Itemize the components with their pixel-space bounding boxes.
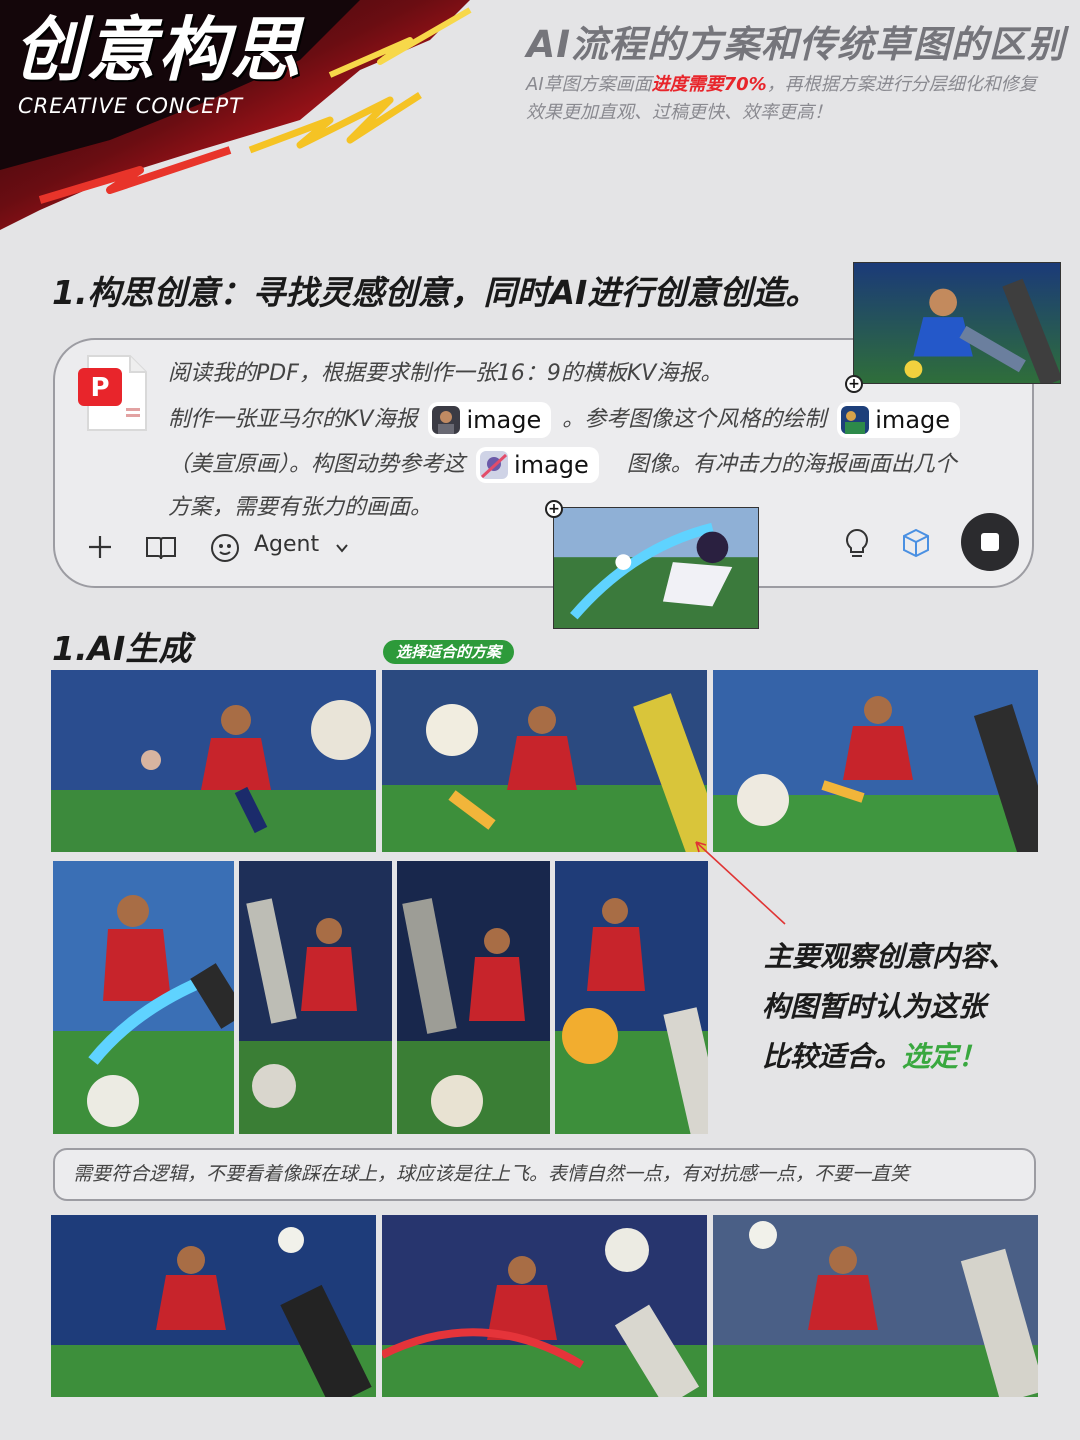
add-reference-icon[interactable]: + <box>545 500 563 518</box>
description-suffix: ，再根据方案进行分层细化和修复 <box>766 74 1037 95</box>
description-line-2: 效果更加直观、过稿更快、效率更高！ <box>526 102 832 123</box>
generated-image-refined[interactable] <box>382 1215 707 1397</box>
generated-image-option[interactable] <box>239 861 392 1134</box>
chevron-down-icon[interactable] <box>334 540 350 556</box>
section-heading-concept: 1.构思创意：寻找灵感创意，同时AI进行创意创造。 <box>52 273 819 312</box>
annotation-note-highlight: 选定！ <box>902 1040 987 1073</box>
image-thumbnail <box>432 406 461 434</box>
svg-text:P: P <box>90 373 109 403</box>
generated-image-option[interactable] <box>53 861 234 1134</box>
image-thumbnail <box>841 406 870 434</box>
generated-image-refined[interactable] <box>713 1215 1038 1397</box>
agent-mode-selector[interactable]: Agent <box>254 532 319 557</box>
annotation-note-line-1: 主要观察创意内容、 <box>764 940 1017 973</box>
section-heading-ai-generation: 1.AI生成 <box>52 629 192 668</box>
cube-icon[interactable] <box>900 527 932 559</box>
generated-image-option[interactable] <box>555 861 708 1134</box>
prompt-text-line-3: （美宣原画）。构图动势参考这 image 图像。有冲击力的海报画面出几个 <box>168 445 957 485</box>
add-attachment-icon[interactable] <box>86 533 114 561</box>
annotation-arrow <box>695 841 786 925</box>
prompt-text-line-1: 阅读我的PDF，根据要求制作一张16：9的横板KV海报。 <box>168 361 723 386</box>
selected-option-badge: 选择适合的方案 <box>383 640 515 664</box>
description-highlight: 进度需要70% <box>651 74 767 95</box>
generated-image-option-selected[interactable] <box>382 670 707 852</box>
image-thumbnail <box>480 451 509 479</box>
feedback-prompt-box[interactable]: 需要符合逻辑，不要看着像踩在球上，球应该是往上飞。表情自然一点，有对抗感一点，不… <box>53 1148 1036 1201</box>
comparison-title: AI流程的方案和传统草图的区别 <box>526 23 1065 66</box>
hero-subtitle: CREATIVE CONCEPT <box>18 94 244 118</box>
prompt-text-line-4: 方案，需要有张力的画面。 <box>168 495 433 520</box>
description-line-1: AI草图方案画面进度需要70%，再根据方案进行分层细化和修复 <box>526 70 1037 96</box>
prompt-text-segment: （美宣原画）。构图动势参考这 <box>168 452 466 477</box>
annotation-note-text: 比较适合。 <box>762 1040 903 1073</box>
prompt-text-segment: 制作一张亚马尔的KV海报 <box>168 407 418 432</box>
generated-image-option[interactable] <box>397 861 550 1134</box>
prompt-text-segment: 。参考图像这个风格的绘制 <box>562 407 827 432</box>
agent-icon[interactable] <box>209 532 241 564</box>
generated-image-option[interactable] <box>713 670 1038 852</box>
generated-image-option[interactable] <box>51 670 376 852</box>
prompt-text-line-2: 制作一张亚马尔的KV海报 image 。参考图像这个风格的绘制 image <box>168 400 964 440</box>
lightbulb-icon[interactable] <box>843 527 871 561</box>
description-prefix: AI草图方案画面 <box>526 74 652 95</box>
prompt-text-segment: 图像。有冲击力的海报画面出几个 <box>626 452 957 477</box>
book-icon[interactable] <box>145 535 177 561</box>
generated-image-refined[interactable] <box>51 1215 376 1397</box>
image-chip-label: image <box>514 451 589 479</box>
image-attachment-chip[interactable]: image <box>837 402 961 438</box>
annotation-note-line-3: 比较适合。选定！ <box>762 1035 986 1075</box>
image-attachment-chip[interactable]: image <box>476 447 599 483</box>
image-chip-label: image <box>875 406 951 434</box>
image-attachment-chip[interactable]: image <box>428 402 552 438</box>
stop-generation-button[interactable] <box>961 513 1019 571</box>
image-chip-label: image <box>466 406 542 434</box>
hero-title: 创意构思 <box>14 9 302 91</box>
annotation-note-line-2: 构图暂时认为这张 <box>762 990 987 1023</box>
pdf-file-icon[interactable]: P <box>74 350 152 434</box>
reference-image-style[interactable] <box>853 262 1061 384</box>
add-reference-icon[interactable]: + <box>845 375 863 393</box>
reference-image-composition[interactable] <box>553 507 759 629</box>
stop-icon <box>981 533 999 551</box>
